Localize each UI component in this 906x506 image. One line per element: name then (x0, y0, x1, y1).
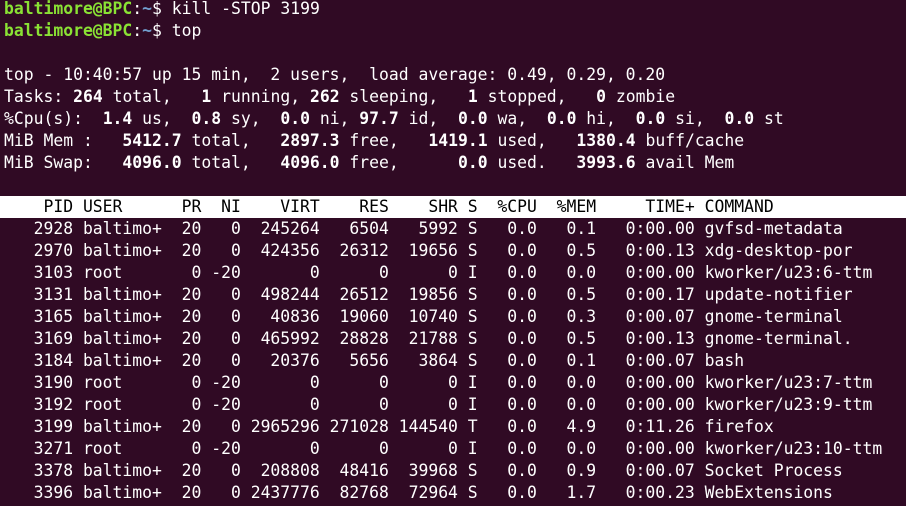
command-text: top (171, 21, 202, 40)
prompt-line: baltimore@BPC:~$ kill -STOP 3199 (4, 0, 320, 18)
process-row[interactable]: 3192 root 0 -20 0 0 0 I 0.0 0.0 0:00.00 … (4, 394, 906, 416)
terminal-window[interactable]: baltimore@BPC:~$ kill -STOP 3199 baltimo… (0, 0, 906, 506)
prompt-line: baltimore@BPC:~$ top (4, 21, 202, 40)
process-row[interactable]: 3199 baltimo+ 20 0 2965296 271028 144540… (4, 416, 906, 438)
top-summary-swap: MiB Swap: 4096.0 total, 4096.0 free, 0.0… (4, 153, 735, 172)
top-summary-tasks: Tasks: 264 total, 1 running, 262 sleepin… (4, 87, 676, 106)
top-summary-cpu: %Cpu(s): 1.4 us, 0.8 sy, 0.0 ni, 97.7 id… (4, 109, 784, 128)
process-row[interactable]: 3103 root 0 -20 0 0 0 I 0.0 0.0 0:00.00 … (4, 262, 906, 284)
process-table-header: PID USER PR NI VIRT RES SHR S %CPU %MEM … (0, 196, 906, 218)
prompt-user-host: baltimore@BPC (4, 0, 133, 18)
process-row[interactable]: 3131 baltimo+ 20 0 498244 26512 19856 S … (4, 284, 906, 306)
top-summary-mem: MiB Mem : 5412.7 total, 2897.3 free, 141… (4, 131, 745, 150)
process-row[interactable]: 2970 baltimo+ 20 0 424356 26312 19656 S … (4, 240, 906, 262)
process-row[interactable]: 3190 root 0 -20 0 0 0 I 0.0 0.0 0:00.00 … (4, 372, 906, 394)
process-row[interactable]: 3165 baltimo+ 20 0 40836 19060 10740 S 0… (4, 306, 906, 328)
process-row[interactable]: 3169 baltimo+ 20 0 465992 28828 21788 S … (4, 328, 906, 350)
process-row[interactable]: 3184 baltimo+ 20 0 20376 5656 3864 S 0.0… (4, 350, 906, 372)
prompt-path: ~ (142, 21, 153, 40)
top-summary-uptime: top - 10:40:57 up 15 min, 2 users, load … (4, 65, 666, 84)
command-text: kill -STOP 3199 (171, 0, 320, 18)
process-row[interactable]: 3396 baltimo+ 20 0 2437776 82768 72964 S… (4, 482, 906, 504)
process-row[interactable]: 3378 baltimo+ 20 0 208808 48416 39968 S … (4, 460, 906, 482)
process-row[interactable]: 2928 baltimo+ 20 0 245264 6504 5992 S 0.… (4, 218, 906, 240)
prompt-user-host: baltimore@BPC (4, 21, 133, 40)
prompt-path: ~ (142, 0, 153, 18)
process-row[interactable]: 3271 root 0 -20 0 0 0 I 0.0 0.0 0:00.00 … (4, 438, 906, 460)
